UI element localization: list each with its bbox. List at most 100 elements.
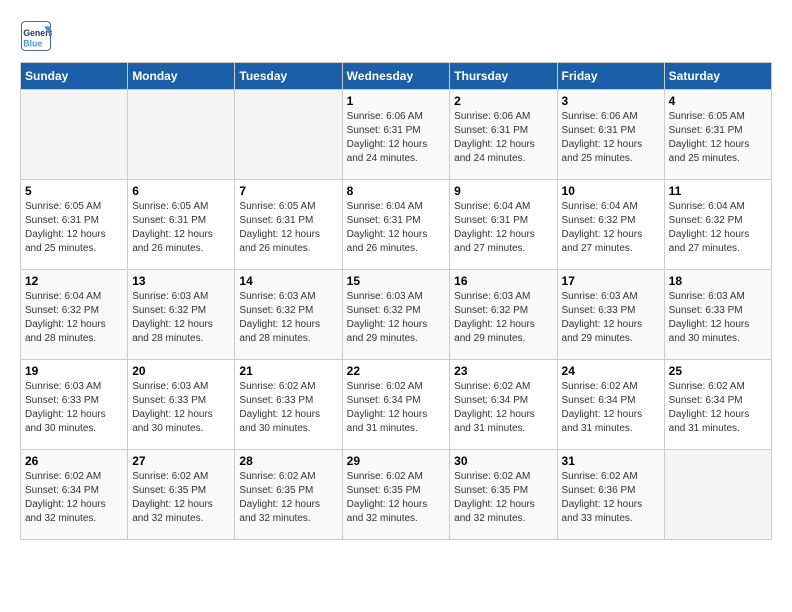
day-info: Sunrise: 6:02 AM Sunset: 6:34 PM Dayligh… bbox=[454, 380, 552, 436]
day-info: Sunrise: 6:03 AM Sunset: 6:32 PM Dayligh… bbox=[132, 290, 230, 346]
calendar-cell: 28 Sunrise: 6:02 AM Sunset: 6:35 PM Dayli… bbox=[235, 450, 342, 540]
day-number: 1 bbox=[347, 94, 446, 108]
calendar-cell: 16 Sunrise: 6:03 AM Sunset: 6:32 PM Dayli… bbox=[450, 270, 557, 360]
day-number: 5 bbox=[25, 184, 123, 198]
day-number: 7 bbox=[239, 184, 337, 198]
day-header-friday: Friday bbox=[557, 63, 664, 90]
week-row-5: 26 Sunrise: 6:02 AM Sunset: 6:34 PM Dayli… bbox=[21, 450, 772, 540]
week-row-2: 5 Sunrise: 6:05 AM Sunset: 6:31 PM Daylig… bbox=[21, 180, 772, 270]
day-info: Sunrise: 6:04 AM Sunset: 6:32 PM Dayligh… bbox=[669, 200, 767, 256]
day-number: 22 bbox=[347, 364, 446, 378]
calendar-cell: 23Sunrise: 6:02 AM Sunset: 6:34 PM Dayli… bbox=[450, 360, 557, 450]
calendar-cell: 12Sunrise: 6:04 AM Sunset: 6:32 PM Dayli… bbox=[21, 270, 128, 360]
day-info: Sunrise: 6:04 AM Sunset: 6:31 PM Dayligh… bbox=[347, 200, 446, 256]
day-number: 13 bbox=[132, 274, 230, 288]
calendar-cell bbox=[21, 90, 128, 180]
day-info: Sunrise: 6:03 AM Sunset: 6:33 PM Dayligh… bbox=[562, 290, 660, 346]
day-header-monday: Monday bbox=[128, 63, 235, 90]
day-info: Sunrise: 6:06 AM Sunset: 6:31 PM Dayligh… bbox=[347, 110, 446, 166]
day-info: Sunrise: 6:02 AM Sunset: 6:36 PM Dayligh… bbox=[562, 470, 660, 526]
day-number: 21 bbox=[239, 364, 337, 378]
calendar-table: SundayMondayTuesdayWednesdayThursdayFrid… bbox=[20, 62, 772, 540]
day-number: 31 bbox=[562, 454, 660, 468]
calendar-cell: 8 Sunrise: 6:04 AM Sunset: 6:31 PM Daylig… bbox=[342, 180, 450, 270]
calendar-cell: 26 Sunrise: 6:02 AM Sunset: 6:34 PM Dayli… bbox=[21, 450, 128, 540]
day-info: Sunrise: 6:02 AM Sunset: 6:34 PM Dayligh… bbox=[25, 470, 123, 526]
day-info: Sunrise: 6:03 AM Sunset: 6:33 PM Dayligh… bbox=[669, 290, 767, 346]
day-header-wednesday: Wednesday bbox=[342, 63, 450, 90]
page-header: General Blue bbox=[20, 20, 772, 52]
svg-text:Blue: Blue bbox=[23, 38, 42, 48]
calendar-cell: 21Sunrise: 6:02 AM Sunset: 6:33 PM Dayli… bbox=[235, 360, 342, 450]
day-number: 17 bbox=[562, 274, 660, 288]
calendar-cell: 14 Sunrise: 6:03 AM Sunset: 6:32 PM Dayli… bbox=[235, 270, 342, 360]
day-info: Sunrise: 6:03 AM Sunset: 6:33 PM Dayligh… bbox=[25, 380, 123, 436]
calendar-cell: 7 Sunrise: 6:05 AM Sunset: 6:31 PM Daylig… bbox=[235, 180, 342, 270]
calendar-cell: 1 Sunrise: 6:06 AM Sunset: 6:31 PM Daylig… bbox=[342, 90, 450, 180]
day-number: 14 bbox=[239, 274, 337, 288]
day-header-saturday: Saturday bbox=[664, 63, 771, 90]
day-number: 30 bbox=[454, 454, 552, 468]
day-number: 9 bbox=[454, 184, 552, 198]
calendar-cell: 20 Sunrise: 6:03 AM Sunset: 6:33 PM Dayli… bbox=[128, 360, 235, 450]
calendar-cell bbox=[128, 90, 235, 180]
days-header-row: SundayMondayTuesdayWednesdayThursdayFrid… bbox=[21, 63, 772, 90]
calendar-cell: 29 Sunrise: 6:02 AM Sunset: 6:35 PM Dayli… bbox=[342, 450, 450, 540]
day-number: 29 bbox=[347, 454, 446, 468]
day-number: 20 bbox=[132, 364, 230, 378]
calendar-cell: 18 Sunrise: 6:03 AM Sunset: 6:33 PM Dayli… bbox=[664, 270, 771, 360]
day-info: Sunrise: 6:06 AM Sunset: 6:31 PM Dayligh… bbox=[562, 110, 660, 166]
week-row-4: 19Sunrise: 6:03 AM Sunset: 6:33 PM Dayli… bbox=[21, 360, 772, 450]
day-number: 24 bbox=[562, 364, 660, 378]
calendar-cell: 30 Sunrise: 6:02 AM Sunset: 6:35 PM Dayli… bbox=[450, 450, 557, 540]
calendar-cell: 15Sunrise: 6:03 AM Sunset: 6:32 PM Dayli… bbox=[342, 270, 450, 360]
day-info: Sunrise: 6:02 AM Sunset: 6:35 PM Dayligh… bbox=[239, 470, 337, 526]
logo: General Blue bbox=[20, 20, 56, 52]
calendar-cell: 25Sunrise: 6:02 AM Sunset: 6:34 PM Dayli… bbox=[664, 360, 771, 450]
day-number: 8 bbox=[347, 184, 446, 198]
day-header-sunday: Sunday bbox=[21, 63, 128, 90]
week-row-3: 12Sunrise: 6:04 AM Sunset: 6:32 PM Dayli… bbox=[21, 270, 772, 360]
day-info: Sunrise: 6:02 AM Sunset: 6:35 PM Dayligh… bbox=[347, 470, 446, 526]
day-number: 10 bbox=[562, 184, 660, 198]
day-info: Sunrise: 6:04 AM Sunset: 6:31 PM Dayligh… bbox=[454, 200, 552, 256]
day-info: Sunrise: 6:03 AM Sunset: 6:32 PM Dayligh… bbox=[454, 290, 552, 346]
calendar-cell: 9 Sunrise: 6:04 AM Sunset: 6:31 PM Daylig… bbox=[450, 180, 557, 270]
calendar-cell bbox=[664, 450, 771, 540]
week-row-1: 1 Sunrise: 6:06 AM Sunset: 6:31 PM Daylig… bbox=[21, 90, 772, 180]
day-number: 18 bbox=[669, 274, 767, 288]
day-info: Sunrise: 6:05 AM Sunset: 6:31 PM Dayligh… bbox=[239, 200, 337, 256]
calendar-cell: 27Sunrise: 6:02 AM Sunset: 6:35 PM Dayli… bbox=[128, 450, 235, 540]
calendar-cell: 11Sunrise: 6:04 AM Sunset: 6:32 PM Dayli… bbox=[664, 180, 771, 270]
day-number: 12 bbox=[25, 274, 123, 288]
day-info: Sunrise: 6:04 AM Sunset: 6:32 PM Dayligh… bbox=[562, 200, 660, 256]
day-info: Sunrise: 6:02 AM Sunset: 6:35 PM Dayligh… bbox=[132, 470, 230, 526]
calendar-cell: 10 Sunrise: 6:04 AM Sunset: 6:32 PM Dayli… bbox=[557, 180, 664, 270]
day-number: 28 bbox=[239, 454, 337, 468]
day-number: 3 bbox=[562, 94, 660, 108]
day-number: 2 bbox=[454, 94, 552, 108]
day-number: 16 bbox=[454, 274, 552, 288]
day-info: Sunrise: 6:02 AM Sunset: 6:35 PM Dayligh… bbox=[454, 470, 552, 526]
day-info: Sunrise: 6:05 AM Sunset: 6:31 PM Dayligh… bbox=[669, 110, 767, 166]
calendar-cell: 13 Sunrise: 6:03 AM Sunset: 6:32 PM Dayli… bbox=[128, 270, 235, 360]
day-info: Sunrise: 6:02 AM Sunset: 6:34 PM Dayligh… bbox=[562, 380, 660, 436]
day-number: 15 bbox=[347, 274, 446, 288]
day-info: Sunrise: 6:03 AM Sunset: 6:33 PM Dayligh… bbox=[132, 380, 230, 436]
day-info: Sunrise: 6:03 AM Sunset: 6:32 PM Dayligh… bbox=[239, 290, 337, 346]
logo-icon: General Blue bbox=[20, 20, 52, 52]
day-info: Sunrise: 6:06 AM Sunset: 6:31 PM Dayligh… bbox=[454, 110, 552, 166]
day-info: Sunrise: 6:02 AM Sunset: 6:34 PM Dayligh… bbox=[347, 380, 446, 436]
calendar-cell: 6 Sunrise: 6:05 AM Sunset: 6:31 PM Daylig… bbox=[128, 180, 235, 270]
calendar-cell: 22 Sunrise: 6:02 AM Sunset: 6:34 PM Dayli… bbox=[342, 360, 450, 450]
day-info: Sunrise: 6:05 AM Sunset: 6:31 PM Dayligh… bbox=[25, 200, 123, 256]
calendar-cell: 4Sunrise: 6:05 AM Sunset: 6:31 PM Daylig… bbox=[664, 90, 771, 180]
day-header-thursday: Thursday bbox=[450, 63, 557, 90]
calendar-cell: 5 Sunrise: 6:05 AM Sunset: 6:31 PM Daylig… bbox=[21, 180, 128, 270]
calendar-cell: 3 Sunrise: 6:06 AM Sunset: 6:31 PM Daylig… bbox=[557, 90, 664, 180]
day-number: 6 bbox=[132, 184, 230, 198]
calendar-cell: 31 Sunrise: 6:02 AM Sunset: 6:36 PM Dayli… bbox=[557, 450, 664, 540]
day-info: Sunrise: 6:02 AM Sunset: 6:34 PM Dayligh… bbox=[669, 380, 767, 436]
day-number: 26 bbox=[25, 454, 123, 468]
day-info: Sunrise: 6:05 AM Sunset: 6:31 PM Dayligh… bbox=[132, 200, 230, 256]
